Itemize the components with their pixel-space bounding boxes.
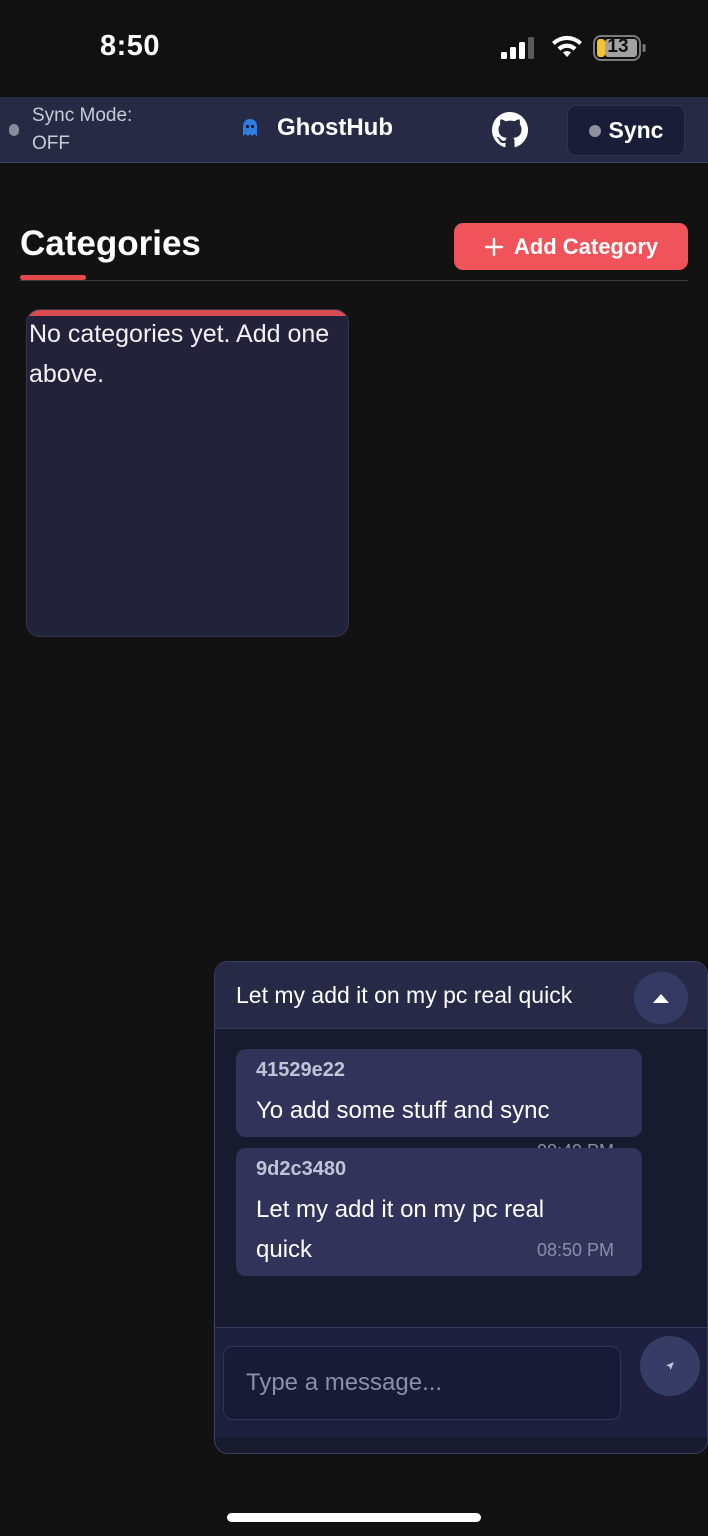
cellular-signal-icon	[501, 37, 534, 59]
wifi-icon	[552, 35, 582, 57]
categories-title: Categories	[20, 224, 201, 263]
ios-status-bar: 8:50 13	[0, 0, 708, 97]
battery-icon: 13	[593, 35, 647, 61]
add-category-button[interactable]: Add Category	[454, 223, 688, 270]
status-time: 8:50	[100, 30, 161, 62]
plus-icon	[484, 237, 504, 256]
github-icon[interactable]	[492, 112, 528, 148]
sync-mode-status: Sync Mode: OFF	[32, 105, 133, 154]
home-indicator	[227, 1513, 481, 1522]
sync-button-label: Sync	[608, 117, 664, 143]
chat-message-input[interactable]	[223, 1346, 621, 1420]
sync-indicator-dot	[588, 124, 601, 137]
sync-status-dot	[9, 124, 19, 136]
send-button[interactable]	[640, 1336, 700, 1396]
add-category-label: Add Category	[513, 233, 659, 259]
chat-header[interactable]: Let my add it on my pc real quick	[215, 962, 707, 1029]
section-divider	[20, 280, 688, 281]
battery-level: 13	[607, 36, 629, 57]
message-text: Let my add it on my pc real quick	[256, 1196, 545, 1263]
message-text: Yo add some stuff and sync	[256, 1097, 550, 1124]
chat-panel: Let my add it on my pc real quick 41529e…	[214, 961, 708, 1454]
chat-message: 41529e22 Yo add some stuff and sync	[236, 1049, 642, 1137]
empty-categories-message: No categories yet. Add one above.	[29, 320, 330, 388]
send-icon	[666, 1362, 674, 1370]
empty-categories-card: No categories yet. Add one above.	[26, 309, 349, 637]
chat-latest-preview: Let my add it on my pc real quick	[236, 982, 573, 1008]
app-title: GhostHub	[277, 114, 393, 141]
ghost-icon	[243, 119, 257, 136]
message-sender: 9d2c3480	[256, 1158, 347, 1180]
chevron-up-icon	[653, 994, 669, 1003]
chat-input-area	[215, 1327, 707, 1437]
message-timestamp: 08:50 PM	[537, 1240, 615, 1260]
sync-button[interactable]: Sync	[567, 105, 685, 156]
message-sender: 41529e22	[256, 1059, 345, 1081]
chat-collapse-button[interactable]	[634, 972, 688, 1024]
